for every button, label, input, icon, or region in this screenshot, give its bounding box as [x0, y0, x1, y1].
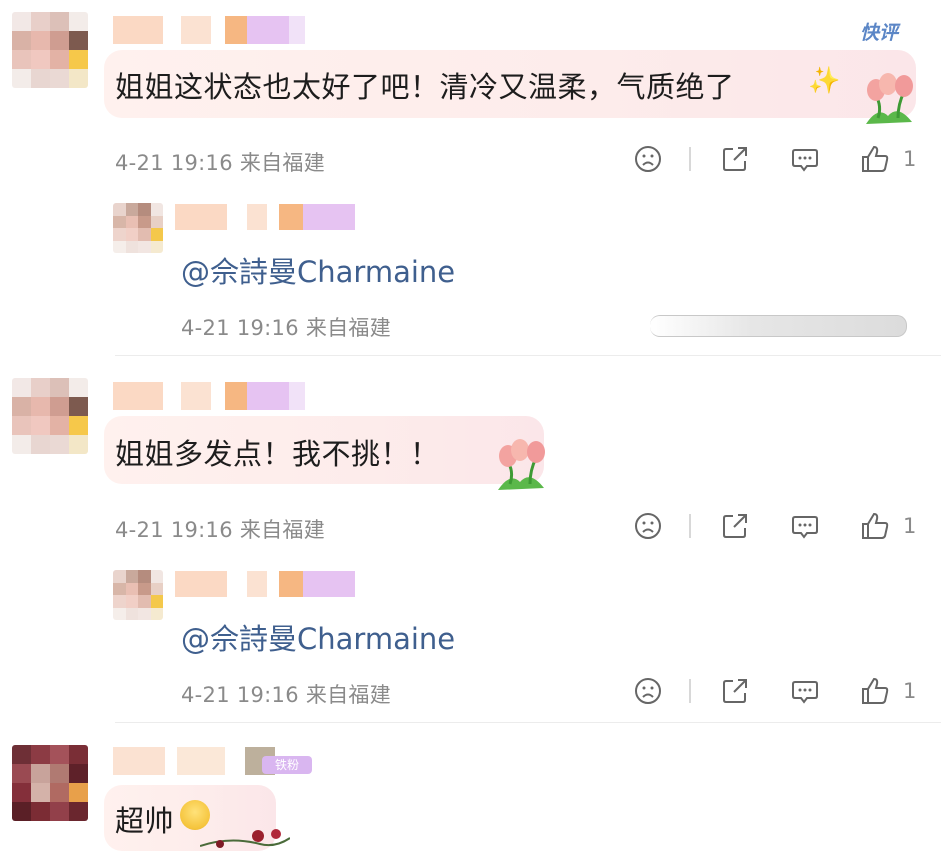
reply-mention[interactable]: @佘詩曼Charmaine	[181, 616, 455, 658]
thumbs-up-icon[interactable]	[860, 676, 890, 706]
like-count: 1	[903, 514, 917, 538]
username[interactable]	[175, 571, 355, 597]
reply-meta: 4-21 19:16 来自福建	[181, 683, 392, 707]
thumbs-up-icon[interactable]	[860, 511, 890, 541]
blurred-actions	[650, 315, 907, 337]
share-icon[interactable]	[720, 511, 750, 541]
rose-decoration-icon	[199, 826, 291, 850]
divider	[689, 514, 691, 538]
avatar[interactable]	[113, 203, 163, 253]
avatar[interactable]	[12, 12, 88, 88]
comment-text: 姐姐这状态也太好了吧！清冷又温柔，气质绝了	[115, 70, 735, 104]
comment-icon[interactable]	[790, 511, 820, 541]
like-count: 1	[903, 147, 917, 171]
sad-face-icon[interactable]	[633, 511, 663, 541]
comment-icon[interactable]	[790, 676, 820, 706]
reply-mention[interactable]: @佘詩曼Charmaine	[181, 249, 455, 291]
comment-meta: 4-21 19:16 来自福建	[115, 518, 326, 542]
avatar[interactable]	[12, 378, 88, 454]
comment-text: 超帅	[115, 804, 175, 838]
brand-logo: 快评	[860, 22, 899, 44]
sad-face-icon[interactable]	[633, 144, 663, 174]
avatar[interactable]	[113, 570, 163, 620]
like-count: 1	[903, 679, 917, 703]
avatar[interactable]	[12, 745, 88, 821]
comment-divider	[115, 355, 941, 356]
share-icon[interactable]	[720, 144, 750, 174]
comment-text: 姐姐多发点！我不挑！！	[115, 437, 440, 471]
divider	[689, 147, 691, 171]
share-icon[interactable]	[720, 676, 750, 706]
reply-meta: 4-21 19:16 来自福建	[181, 316, 392, 340]
thumbs-up-icon[interactable]	[860, 144, 890, 174]
tulip-icon	[490, 432, 552, 494]
username[interactable]	[113, 16, 305, 44]
sparkles-icon: ✨	[808, 66, 841, 96]
username[interactable]	[175, 204, 355, 230]
comment-icon[interactable]	[790, 144, 820, 174]
sad-face-icon[interactable]	[633, 676, 663, 706]
comment-divider	[115, 722, 941, 723]
divider	[689, 679, 691, 703]
username[interactable]	[113, 382, 305, 410]
username[interactable]	[113, 747, 275, 775]
tulip-icon	[858, 66, 920, 128]
comment-meta: 4-21 19:16 来自福建	[115, 151, 326, 175]
fan-badge: 铁粉	[262, 756, 312, 774]
